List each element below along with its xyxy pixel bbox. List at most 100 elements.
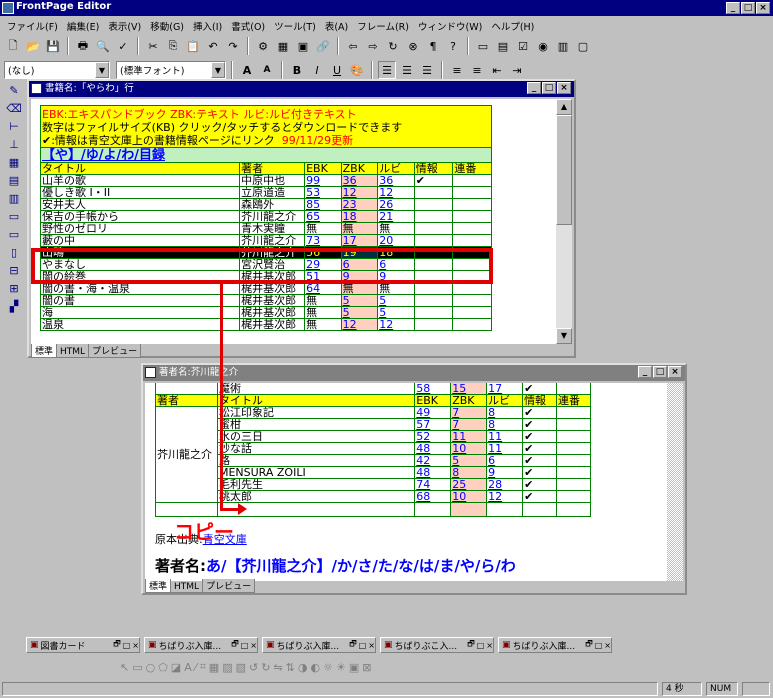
italic-icon[interactable]: I (308, 61, 326, 79)
paste-icon[interactable]: 📋 (184, 37, 202, 55)
minimized-window-2[interactable]: ▣ ちばりぶ入庫... 🗗 □ × (144, 637, 258, 653)
menu-go[interactable]: 移動(G) (146, 17, 188, 34)
menu-file[interactable]: ファイル(F) (3, 17, 62, 34)
menu-tools[interactable]: ツール(T) (270, 17, 320, 34)
check-icon[interactable]: ✔ (522, 383, 557, 395)
check-icon[interactable]: ✔ (522, 478, 557, 491)
forward-icon[interactable]: ⇨ (364, 37, 382, 55)
check-icon[interactable]: ✔ (522, 490, 557, 503)
print-icon[interactable]: 🖶 (74, 37, 92, 55)
maximize-icon[interactable]: □ (595, 641, 603, 650)
align-center-icon[interactable]: ☰ (398, 61, 416, 79)
close-button[interactable]: × (668, 366, 682, 378)
stop-icon[interactable]: ⊗ (404, 37, 422, 55)
minimize-button[interactable]: _ (638, 366, 652, 378)
check-icon[interactable]: ✔ (522, 454, 557, 467)
dropdown-icon[interactable]: ▥ (554, 37, 572, 55)
close-button[interactable]: × (756, 2, 770, 14)
form-textbox-icon[interactable]: ▭ (474, 37, 492, 55)
tab-preview[interactable]: プレビュー (88, 344, 142, 358)
numbered-list-icon[interactable]: ≡ (448, 61, 466, 79)
maximize-icon[interactable]: □ (123, 641, 131, 650)
restore-icon[interactable]: 🗗 (585, 638, 593, 652)
tab-preview[interactable]: プレビュー (202, 579, 256, 593)
maximize-button[interactable]: □ (741, 2, 755, 14)
maximize-icon[interactable]: □ (241, 641, 249, 650)
menu-table[interactable]: 表(A) (321, 17, 352, 34)
distribute-rows-icon[interactable]: ⊟ (9, 264, 18, 277)
resample-icon[interactable]: ⊠ (362, 661, 371, 674)
menu-view[interactable]: 表示(V) (104, 17, 145, 34)
transparent-icon[interactable]: ⁄ (195, 661, 197, 674)
wash-out-icon[interactable]: ▦ (209, 661, 219, 674)
check-icon[interactable]: ✔ (522, 418, 557, 431)
select-arrow-icon[interactable]: ↖ (120, 661, 129, 674)
font-select[interactable]: (標準フォント) ▼ (116, 61, 226, 79)
tab-normal[interactable]: 標準 (145, 579, 172, 593)
bold-icon[interactable]: B (288, 61, 306, 79)
circle-icon[interactable]: ○ (146, 661, 156, 674)
minimize-button[interactable]: _ (726, 2, 740, 14)
align-right-icon[interactable]: ☰ (418, 61, 436, 79)
outdent-icon[interactable]: ⇤ (488, 61, 506, 79)
close-icon[interactable]: × (368, 641, 375, 650)
minimized-window-4[interactable]: ▣ ちばりぶこ入... 🗗 □ × (380, 637, 494, 653)
image-icon[interactable]: ▣ (294, 37, 312, 55)
form-area-icon[interactable]: ▤ (494, 37, 512, 55)
restore-icon[interactable]: 🗗 (231, 638, 239, 652)
radio-icon[interactable]: ◉ (534, 37, 552, 55)
close-icon[interactable]: × (250, 641, 257, 650)
restore-image-icon[interactable]: ▧ (236, 661, 246, 674)
menu-edit[interactable]: 編集(E) (63, 17, 103, 34)
kana-nav[interactable]: 【や】/ゆ/よ/わ/目録 (42, 149, 165, 162)
table-icon[interactable]: ▦ (274, 37, 292, 55)
scroll-down-icon[interactable]: ▼ (556, 328, 572, 344)
author-scrollbar[interactable] (667, 383, 683, 581)
help-icon[interactable]: ? (444, 37, 462, 55)
bevel-icon[interactable]: ▣ (349, 661, 359, 674)
align-left-icon[interactable]: ☰ (378, 61, 396, 79)
restore-icon[interactable]: 🗗 (349, 638, 357, 652)
author-nav-links[interactable]: あ/【芥川龍之介】/か/さ/た/な/は/ま/や/ら/わ (206, 557, 516, 575)
merge-icon[interactable]: ▤ (9, 174, 19, 187)
scroll-up-icon[interactable]: ▲ (556, 99, 572, 115)
font-grow-icon[interactable]: A (238, 61, 256, 79)
spellcheck-icon[interactable]: ✓ (114, 37, 132, 55)
text-icon[interactable]: A (184, 661, 192, 674)
insert-col-icon[interactable]: ⊥ (9, 138, 19, 151)
preview-icon[interactable]: 🔍 (94, 37, 112, 55)
link-icon[interactable]: 🔗 (314, 37, 332, 55)
check-icon[interactable]: ✔ (522, 442, 557, 455)
fill-icon[interactable]: ▞ (10, 300, 18, 313)
tab-normal[interactable]: 標準 (31, 344, 58, 358)
open-icon[interactable]: 📂 (24, 37, 42, 55)
minimized-window-3[interactable]: ▣ ちばりぶ入庫... 🗗 □ × (262, 637, 376, 653)
style-select[interactable]: (なし) ▼ (4, 61, 110, 79)
tab-html[interactable]: HTML (170, 582, 204, 593)
scroll-track[interactable] (667, 383, 683, 581)
brightness-up-icon[interactable]: ☼ (323, 661, 333, 674)
flip-v-icon[interactable]: ⇅ (286, 661, 295, 674)
check-icon[interactable]: ✔ (522, 406, 557, 419)
undo-icon[interactable]: ↶ (204, 37, 222, 55)
hotspot-icon[interactable]: ◪ (171, 661, 181, 674)
paragraph-icon[interactable]: ¶ (424, 37, 442, 55)
maximize-button[interactable]: □ (542, 82, 556, 94)
copy-icon[interactable]: ⎘ (164, 37, 182, 55)
indent-icon[interactable]: ⇥ (508, 61, 526, 79)
cell-icon[interactable]: ▦ (9, 156, 19, 169)
menu-window[interactable]: ウィンドウ(W) (414, 17, 486, 34)
rotate-right-icon[interactable]: ↻ (261, 661, 270, 674)
scroll-thumb[interactable] (556, 115, 572, 225)
minimized-window-5[interactable]: ▣ ちばりぶ入庫... 🗗 □ × (498, 637, 612, 653)
pencil-icon[interactable]: ✎ (9, 84, 18, 97)
contrast-down-icon[interactable]: ◐ (310, 661, 320, 674)
refresh-icon[interactable]: ↻ (384, 37, 402, 55)
maximize-icon[interactable]: □ (477, 641, 485, 650)
minimized-window-1[interactable]: ▣ 図書カード 🗗 □ × (26, 637, 140, 653)
menu-insert[interactable]: 挿入(I) (189, 17, 226, 34)
rotate-left-icon[interactable]: ↺ (249, 661, 258, 674)
eraser-icon[interactable]: ⌫ (6, 102, 22, 115)
back-icon[interactable]: ⇦ (344, 37, 362, 55)
bullet-list-icon[interactable]: ≡ (468, 61, 486, 79)
